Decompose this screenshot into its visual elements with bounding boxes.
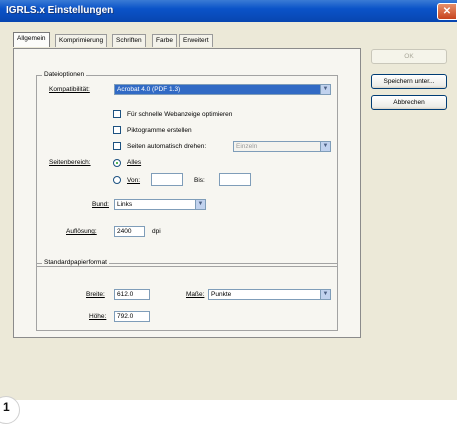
- speichern-unter-button[interactable]: Speichern unter...: [371, 74, 447, 89]
- web-optimize-label: Für schnelle Webanzeige optimieren: [127, 111, 233, 118]
- close-button[interactable]: ✕: [437, 3, 457, 20]
- bis-input[interactable]: [219, 173, 251, 186]
- radio-alles-label: Alles: [127, 159, 142, 166]
- bund-select[interactable]: Links ▼: [114, 199, 206, 210]
- seitenbereich-label: Seitenbereich:: [49, 159, 91, 166]
- window-title: IGRLS.x Einstellungen: [6, 5, 114, 16]
- figure-number: 1: [3, 400, 10, 414]
- seiten-drehen-checkbox[interactable]: [113, 142, 121, 150]
- ok-button[interactable]: OK: [371, 49, 447, 64]
- radio-von-label: Von:: [127, 177, 141, 184]
- abbrechen-button[interactable]: Abbrechen: [371, 95, 447, 110]
- web-optimize-checkbox[interactable]: [113, 110, 121, 118]
- tab-panel-allgemein: Dateioptionen Kompatibilität: Acrobat 4.…: [13, 48, 361, 338]
- breite-input[interactable]: 612.0: [114, 289, 150, 300]
- masse-value: Punkte: [211, 291, 232, 298]
- seiten-drehen-label: Seiten automatisch drehen:: [127, 143, 207, 150]
- bund-label: Bund:: [92, 201, 109, 208]
- title-bar: IGRLS.x Einstellungen ✕: [0, 0, 457, 22]
- masse-select[interactable]: Punkte ▼: [208, 289, 331, 300]
- chevron-down-icon: ▼: [320, 142, 330, 151]
- group-title-standardpapierformat: Standardpapierformat: [42, 259, 109, 266]
- piktogramme-label: Piktogramme erstellen: [127, 127, 192, 134]
- chevron-down-icon: ▼: [195, 200, 205, 209]
- aufloesung-unit: dpi: [152, 228, 161, 235]
- kompatibilitaet-label: Kompatibilität:: [49, 86, 90, 93]
- kompatibilitaet-value: Acrobat 4.0 (PDF 1.3): [117, 86, 181, 93]
- tab-allgemein[interactable]: Allgemein: [13, 32, 50, 47]
- hoehe-label: Höhe:: [89, 313, 107, 320]
- tab-komprimierung[interactable]: Komprimierung: [55, 34, 108, 47]
- von-input[interactable]: [151, 173, 183, 186]
- bund-value: Links: [117, 201, 133, 208]
- breite-label: Breite:: [86, 291, 105, 298]
- tab-schriften[interactable]: Schriften: [112, 34, 146, 47]
- group-dateioptionen: Dateioptionen: [36, 71, 338, 267]
- piktogramme-checkbox[interactable]: [113, 126, 121, 134]
- seiten-drehen-value: Einzeln: [236, 143, 258, 150]
- settings-dialog: IGRLS.x Einstellungen ✕ Allgemein Kompri…: [0, 0, 457, 400]
- masse-label: Maße:: [186, 291, 205, 298]
- radio-von[interactable]: [113, 176, 121, 184]
- chevron-down-icon: ▼: [320, 85, 330, 94]
- chevron-down-icon: ▼: [320, 290, 330, 299]
- group-title-dateioptionen: Dateioptionen: [42, 71, 87, 78]
- seiten-drehen-select[interactable]: Einzeln ▼: [233, 141, 331, 152]
- hoehe-input[interactable]: 792.0: [114, 311, 150, 322]
- bis-label: Bis:: [194, 177, 205, 184]
- aufloesung-input[interactable]: 2400: [114, 226, 145, 237]
- tab-erweitert[interactable]: Erweitert: [179, 34, 213, 47]
- radio-alles[interactable]: [113, 159, 121, 167]
- aufloesung-label: Auflösung:: [66, 228, 97, 235]
- tab-farbe[interactable]: Farbe: [152, 34, 177, 47]
- kompatibilitaet-select[interactable]: Acrobat 4.0 (PDF 1.3) ▼: [114, 84, 331, 95]
